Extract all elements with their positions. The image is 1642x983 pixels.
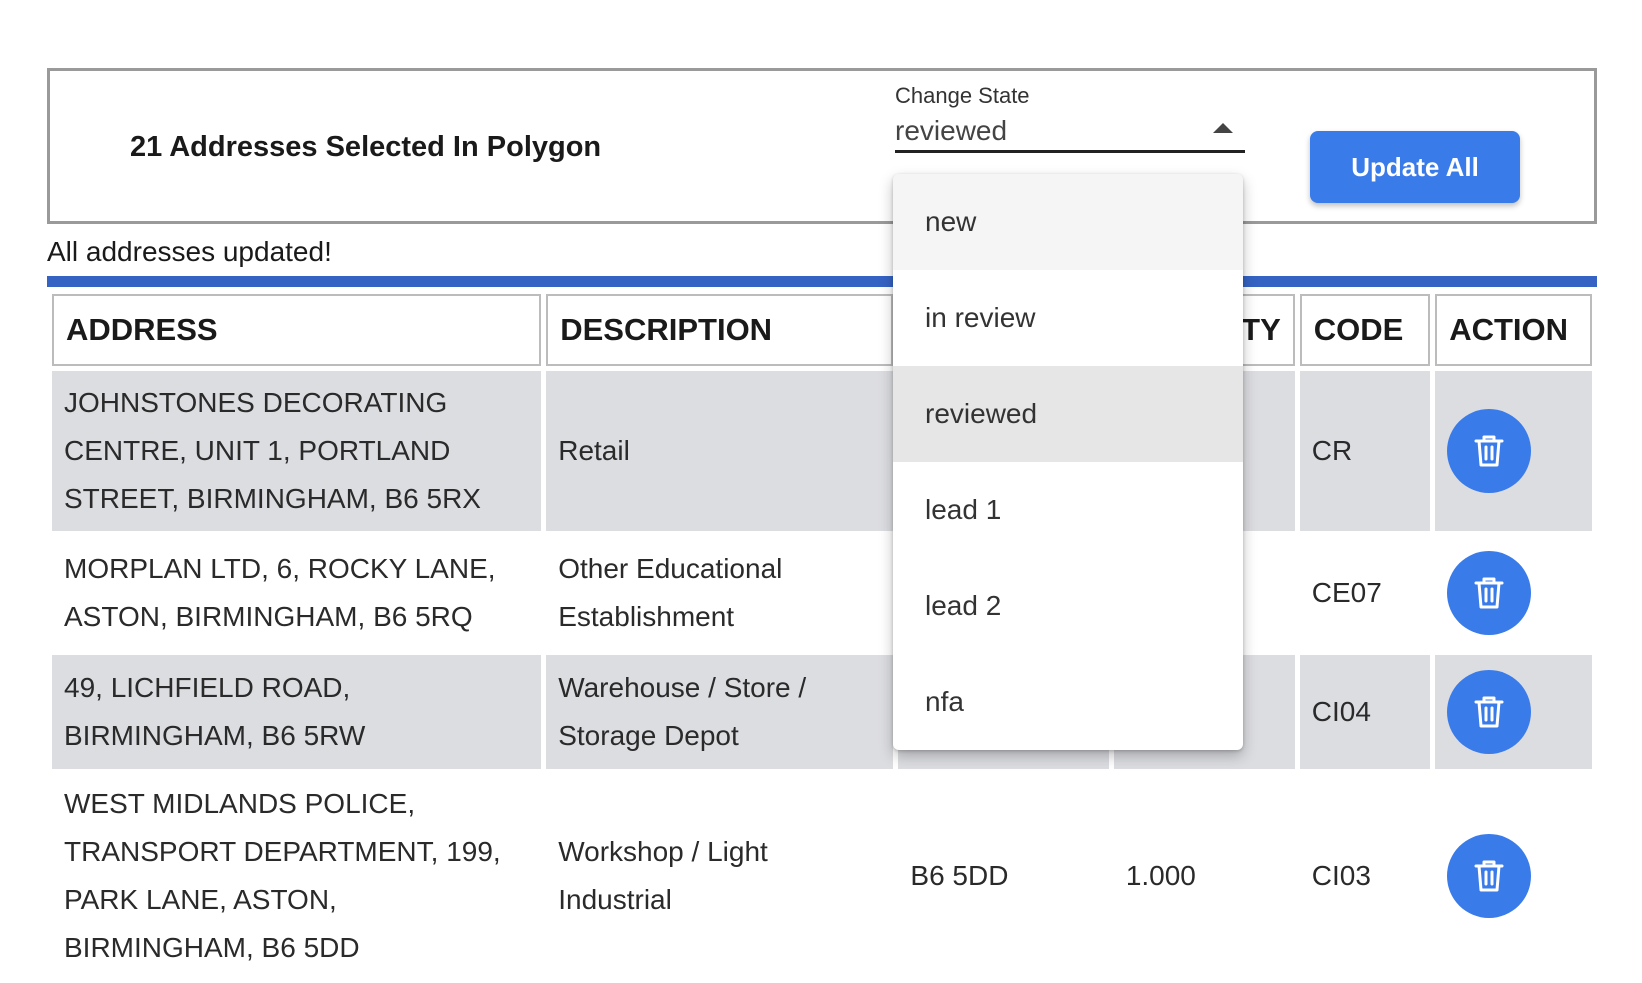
state-option-lead-1[interactable]: lead 1 — [893, 462, 1243, 558]
code-cell: CR — [1299, 371, 1431, 531]
selection-count-title: 21 Addresses Selected In Polygon — [130, 131, 602, 163]
column-header-address[interactable]: ADDRESS — [52, 294, 542, 366]
address-cell: WEST MIDLANDS POLICE, TRANSPORT DEPARTME… — [52, 774, 542, 978]
change-state-value: reviewed — [895, 115, 1008, 146]
trash-icon — [1474, 860, 1504, 892]
state-dropdown-menu: new in review reviewed lead 1 lead 2 nfa — [893, 174, 1243, 750]
action-cell — [1435, 371, 1592, 531]
state-option-nfa[interactable]: nfa — [893, 654, 1243, 750]
code-cell: CI03 — [1299, 774, 1431, 978]
address-cell: 49, LICHFIELD ROAD, BIRMINGHAM, B6 5RW — [52, 655, 542, 769]
trash-icon — [1474, 435, 1504, 467]
column-header-action: ACTION — [1435, 294, 1592, 366]
table-row: JOHNSTONES DECORATING CENTRE, UNIT 1, PO… — [52, 371, 1592, 531]
update-all-button[interactable]: Update All — [1310, 131, 1520, 203]
trash-icon — [1474, 696, 1504, 728]
action-cell — [1435, 655, 1592, 769]
description-cell: Retail — [546, 371, 894, 531]
postcode-cell: B6 5DD — [898, 774, 1109, 978]
delete-button[interactable] — [1447, 834, 1532, 918]
table-header-row: ADDRESS DESCRIPTION TY CODE ACTION — [52, 294, 1592, 366]
status-message: All addresses updated! — [47, 236, 332, 267]
divider — [47, 276, 1597, 287]
code-cell: CI04 — [1299, 655, 1431, 769]
description-cell: Other Educational Establishment — [546, 536, 894, 650]
delete-button[interactable] — [1447, 670, 1532, 754]
action-cell — [1435, 774, 1592, 978]
delete-button[interactable] — [1447, 551, 1532, 635]
address-cell: MORPLAN LTD, 6, ROCKY LANE, ASTON, BIRMI… — [52, 536, 542, 650]
column-header-code[interactable]: CODE — [1299, 294, 1431, 366]
trash-icon — [1474, 577, 1504, 609]
state-option-lead-2[interactable]: lead 2 — [893, 558, 1243, 654]
address-cell: JOHNSTONES DECORATING CENTRE, UNIT 1, PO… — [52, 371, 542, 531]
state-option-reviewed[interactable]: reviewed — [893, 366, 1243, 462]
change-state-select[interactable]: reviewed — [895, 111, 1245, 153]
column-header-description[interactable]: DESCRIPTION — [546, 294, 894, 366]
state-option-new[interactable]: new — [893, 174, 1243, 270]
delete-button[interactable] — [1447, 409, 1532, 493]
change-state-label: Change State — [895, 83, 1030, 108]
selection-panel: 21 Addresses Selected In Polygon Change … — [47, 68, 1597, 224]
table-row: WEST MIDLANDS POLICE, TRANSPORT DEPARTME… — [52, 774, 1592, 978]
state-option-in-review[interactable]: in review — [893, 270, 1243, 366]
quantity-cell: 1.000 — [1113, 774, 1295, 978]
code-cell: CE07 — [1299, 536, 1431, 650]
caret-up-icon — [1213, 123, 1233, 133]
description-cell: Workshop / Light Industrial — [546, 774, 894, 978]
action-cell — [1435, 536, 1592, 650]
description-cell: Warehouse / Store / Storage Depot — [546, 655, 894, 769]
table-row: MORPLAN LTD, 6, ROCKY LANE, ASTON, BIRMI… — [52, 536, 1592, 650]
address-table: ADDRESS DESCRIPTION TY CODE ACTION JOHNS… — [47, 289, 1597, 983]
table-row: 49, LICHFIELD ROAD, BIRMINGHAM, B6 5RW W… — [52, 655, 1592, 769]
